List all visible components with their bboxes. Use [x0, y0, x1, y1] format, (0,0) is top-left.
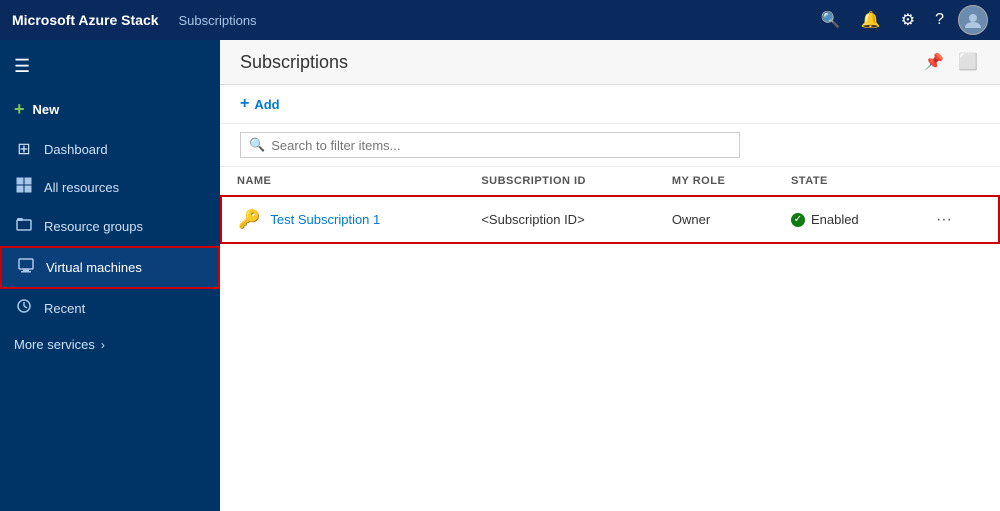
sidebar-item-label-virtual-machines: Virtual machines — [46, 260, 142, 275]
help-icon[interactable]: ? — [929, 7, 950, 33]
search-magnify-icon: 🔍 — [249, 137, 265, 153]
header-actions: 🔍 🔔 ⚙ ? — [815, 5, 988, 35]
settings-icon[interactable]: ⚙ — [895, 6, 921, 34]
recent-icon — [14, 298, 34, 319]
app-brand: Microsoft Azure Stack — [12, 12, 159, 28]
sidebar-new-label: New — [33, 102, 60, 117]
sidebar-item-label-dashboard: Dashboard — [44, 142, 108, 157]
subscription-state-cell: ✓ Enabled — [775, 196, 914, 243]
search-icon[interactable]: 🔍 — [815, 6, 847, 34]
plus-icon: + — [14, 99, 25, 120]
sidebar-new-button[interactable]: + New — [0, 89, 220, 130]
add-label: Add — [254, 97, 279, 112]
virtual-machines-icon — [16, 257, 36, 278]
table-header-row: NAME SUBSCRIPTION ID MY ROLE STATE — [221, 167, 999, 196]
table-area: NAME SUBSCRIPTION ID MY ROLE STATE 🔑 Tes… — [220, 167, 1000, 511]
subscription-id-cell: <Subscription ID> — [465, 196, 656, 243]
content-header: Subscriptions 📌 ⬜ — [220, 40, 1000, 85]
sidebar-more-services[interactable]: More services › — [0, 328, 220, 361]
content-header-icons: 📌 ⬜ — [922, 50, 980, 74]
resource-groups-icon — [14, 216, 34, 237]
col-state: STATE — [775, 167, 914, 196]
col-subscription-id: SUBSCRIPTION ID — [465, 167, 656, 196]
bell-icon[interactable]: 🔔 — [855, 6, 887, 34]
content-area: Subscriptions 📌 ⬜ + Add 🔍 — [220, 40, 1000, 511]
state-dot: ✓ — [791, 213, 805, 227]
chevron-right-icon: › — [101, 338, 105, 352]
main-layout: ☰ + New ⊞ Dashboard All resources — [0, 40, 1000, 511]
search-bar: 🔍 — [220, 124, 1000, 167]
sidebar-item-dashboard[interactable]: ⊞ Dashboard — [0, 130, 220, 168]
add-icon: + — [240, 95, 249, 113]
sidebar-item-label-resources: All resources — [44, 180, 119, 195]
hamburger-menu[interactable]: ☰ — [0, 48, 220, 85]
sidebar-item-label-recent: Recent — [44, 301, 85, 316]
page-title: Subscriptions — [240, 52, 348, 73]
pin-icon[interactable]: 📌 — [922, 50, 946, 74]
user-avatar[interactable] — [958, 5, 988, 35]
restore-icon[interactable]: ⬜ — [956, 50, 980, 74]
subscription-role-cell: Owner — [656, 196, 775, 243]
sidebar: ☰ + New ⊞ Dashboard All resources — [0, 40, 220, 511]
col-actions — [914, 167, 999, 196]
toolbar: + Add — [220, 85, 1000, 124]
subscriptions-table: NAME SUBSCRIPTION ID MY ROLE STATE 🔑 Tes… — [220, 167, 1000, 244]
sidebar-item-resource-groups[interactable]: Resource groups — [0, 207, 220, 246]
row-more-cell: ··· — [914, 196, 999, 243]
search-input[interactable] — [271, 138, 621, 153]
more-services-label: More services — [14, 337, 95, 352]
sidebar-item-virtual-machines[interactable]: Virtual machines — [0, 246, 220, 289]
col-name: NAME — [221, 167, 465, 196]
search-input-wrap: 🔍 — [240, 132, 740, 158]
header-tab-title: Subscriptions — [179, 13, 257, 28]
row-more-button[interactable]: ··· — [930, 209, 958, 230]
top-header: Microsoft Azure Stack Subscriptions 🔍 🔔 … — [0, 0, 1000, 40]
subscription-name-cell: 🔑 Test Subscription 1 — [221, 196, 465, 243]
all-resources-icon — [14, 177, 34, 198]
sidebar-item-label-resource-groups: Resource groups — [44, 219, 143, 234]
table-row: 🔑 Test Subscription 1 <Subscription ID> … — [221, 196, 999, 243]
col-role: MY ROLE — [656, 167, 775, 196]
key-icon: 🔑 — [238, 209, 260, 230]
sidebar-item-recent[interactable]: Recent — [0, 289, 220, 328]
sidebar-item-all-resources[interactable]: All resources — [0, 168, 220, 207]
state-label: Enabled — [811, 212, 859, 227]
subscription-name[interactable]: Test Subscription 1 — [270, 212, 380, 227]
dashboard-icon: ⊞ — [14, 139, 34, 159]
add-button[interactable]: + Add — [240, 95, 280, 113]
